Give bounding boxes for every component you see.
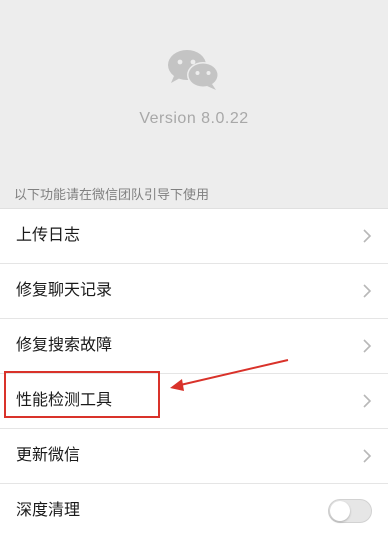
chevron-right-icon [363, 339, 372, 353]
tools-menu-list: 上传日志 修复聊天记录 修复搜索故障 性能检测工具 更新微信 深度清理 [0, 208, 388, 538]
menu-item-label: 深度清理 [16, 500, 81, 519]
menu-item-label: 性能检测工具 [16, 390, 113, 409]
menu-item-label: 修复搜索故障 [16, 335, 113, 354]
menu-item-update-wechat[interactable]: 更新微信 [0, 429, 388, 484]
menu-item-performance-tool[interactable]: 性能检测工具 [0, 374, 388, 429]
menu-item-repair-chat-history[interactable]: 修复聊天记录 [0, 264, 388, 319]
wechat-logo-icon [168, 50, 219, 90]
chevron-right-icon [363, 229, 372, 243]
deep-clean-toggle[interactable] [328, 499, 372, 523]
chevron-right-icon [363, 284, 372, 298]
version-text: Version 8.0.22 [139, 110, 249, 127]
menu-item-deep-clean: 深度清理 [0, 484, 388, 538]
menu-item-label: 上传日志 [16, 225, 81, 244]
menu-item-repair-search[interactable]: 修复搜索故障 [0, 319, 388, 374]
wechat-debug-page: Version 8.0.22 以下功能请在微信团队引导下使用 上传日志 修复聊天… [0, 0, 388, 538]
header-area: Version 8.0.22 以下功能请在微信团队引导下使用 [0, 0, 388, 208]
toggle-knob [330, 501, 350, 521]
menu-item-label: 修复聊天记录 [16, 280, 113, 299]
menu-item-label: 更新微信 [16, 445, 81, 464]
chevron-right-icon [363, 394, 372, 408]
section-hint: 以下功能请在微信团队引导下使用 [14, 188, 210, 203]
chevron-right-icon [363, 449, 372, 463]
menu-item-upload-log[interactable]: 上传日志 [0, 209, 388, 264]
